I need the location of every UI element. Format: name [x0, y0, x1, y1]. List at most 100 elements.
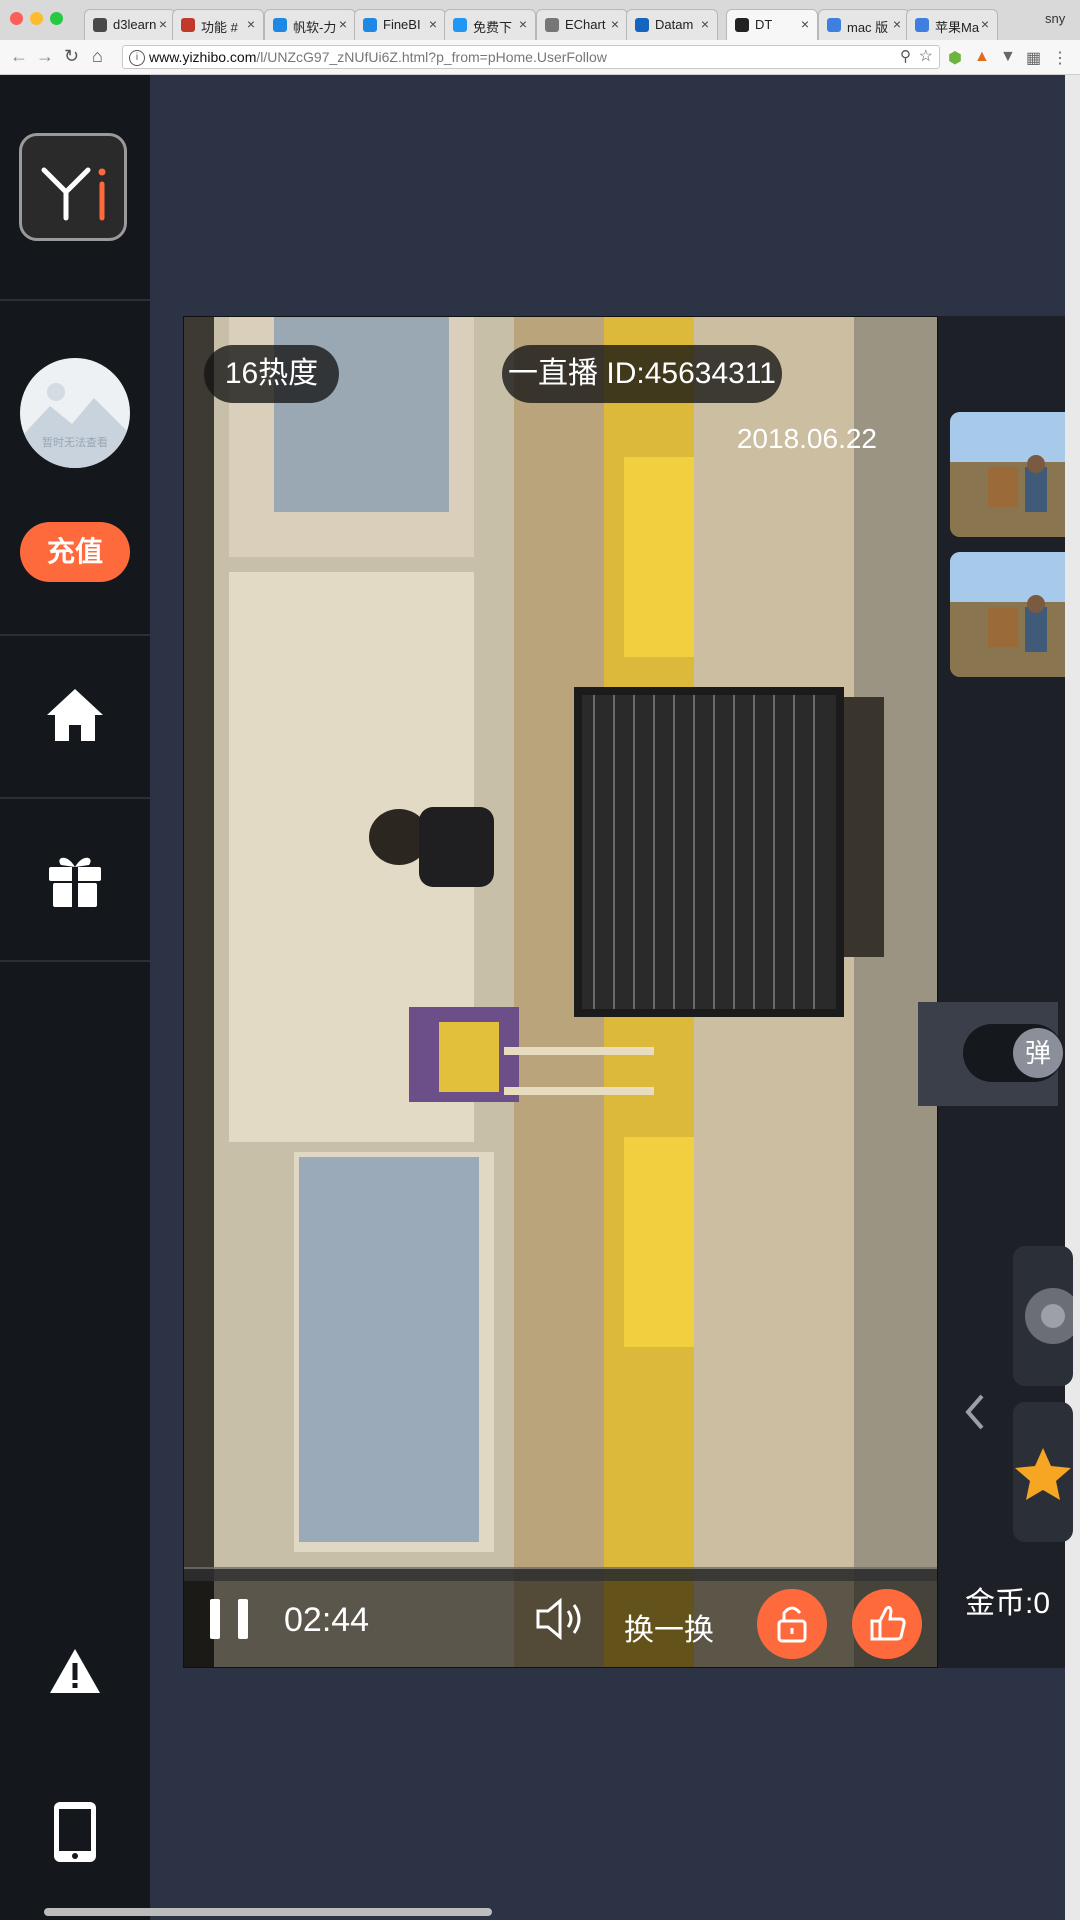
mountain-placeholder-icon	[20, 383, 130, 468]
favicon-icon	[635, 18, 649, 32]
browser-tab[interactable]: FineBI ×	[354, 9, 446, 40]
tab-label: 苹果Ma	[935, 20, 980, 35]
favicon-icon	[545, 18, 559, 32]
favicon-icon	[93, 18, 107, 32]
thumbs-up-icon	[870, 1605, 906, 1641]
favicon-icon	[735, 18, 749, 32]
tab-label: FineBI	[383, 17, 421, 32]
home-browser-icon[interactable]: ⌂	[92, 46, 103, 67]
avatar-caption: 暂时无法查看	[42, 437, 108, 449]
browser-tab[interactable]: mac 版 ×	[818, 9, 910, 40]
tab-label: d3learn	[113, 17, 157, 32]
stream-date: 2018.06.22	[736, 423, 877, 454]
coin-balance: 金币:0	[965, 1587, 1051, 1620]
tab-close-icon[interactable]: ×	[611, 16, 619, 32]
gift-item[interactable]	[1013, 1402, 1073, 1542]
tab-close-icon[interactable]: ×	[701, 16, 709, 32]
address-bar[interactable]: i www.yizhibo.com/l/UNZcG97_zNUfUi6Z.htm…	[122, 45, 940, 69]
zoom-icon[interactable]: ⚲	[900, 46, 911, 68]
browser-tab[interactable]: DT ×	[726, 9, 818, 40]
lock-button[interactable]	[757, 1589, 827, 1659]
favicon-icon	[273, 18, 287, 32]
heat-badge: 16热度	[204, 345, 339, 403]
back-icon[interactable]: ←	[10, 46, 28, 67]
recommended-thumbnail[interactable]	[950, 552, 1065, 677]
like-button[interactable]	[852, 1589, 922, 1659]
tab-label: EChart	[565, 17, 606, 32]
swap-button[interactable]: 换一换	[624, 1605, 714, 1649]
tab-label: mac 版	[847, 20, 889, 35]
tab-label: 功能 #	[201, 20, 238, 35]
tab-close-icon[interactable]: ×	[159, 16, 167, 32]
phone-icon[interactable]	[52, 1800, 98, 1864]
tab-close-icon[interactable]: ×	[801, 16, 809, 32]
video-player[interactable]: 16热度 一直播 ID:45634311 2018.06.22 02:44 换一…	[183, 316, 938, 1668]
favicon-icon	[181, 18, 195, 32]
horizontal-scrollbar[interactable]	[44, 1908, 492, 1916]
video-frame	[184, 317, 937, 1667]
player-controls: 02:44 换一换	[184, 1569, 937, 1667]
star-gift-icon	[1015, 1448, 1071, 1500]
browser-tab[interactable]: 功能 # ×	[172, 9, 264, 40]
gear-gift-icon	[1025, 1288, 1080, 1344]
extension-v-icon[interactable]: ▼	[1000, 48, 1016, 66]
warning-icon[interactable]	[48, 1645, 102, 1699]
volume-icon[interactable]	[534, 1597, 590, 1641]
gift-icon[interactable]	[43, 847, 107, 911]
menu-icon[interactable]: ⋮	[1052, 48, 1068, 68]
browser-toolbar: ← → ↻ ⌂ i www.yizhibo.com/l/UNZcG97_zNUf…	[0, 40, 1080, 75]
close-window-button[interactable]	[10, 12, 23, 25]
playback-time: 02:44	[284, 1601, 370, 1639]
extension-icon[interactable]: ⬢	[948, 48, 962, 68]
channel-id-badge: 一直播 ID:45634311	[502, 345, 782, 403]
url-host: www.yizhibo.com	[149, 49, 257, 65]
tab-label: 免费下	[473, 20, 513, 35]
left-nav: 暂时无法查看 充值	[0, 75, 150, 1920]
home-icon[interactable]	[43, 683, 107, 747]
tab-label: Datam	[655, 17, 694, 32]
info-icon[interactable]: i	[129, 50, 145, 66]
maximize-window-button[interactable]	[50, 12, 63, 25]
browser-tab[interactable]: EChart ×	[536, 9, 628, 40]
browser-tab[interactable]: 帆软-力 ×	[264, 9, 356, 40]
favicon-icon	[453, 18, 467, 32]
tab-close-icon[interactable]: ×	[429, 16, 437, 32]
minimize-window-button[interactable]	[30, 12, 43, 25]
favicon-icon	[363, 18, 377, 32]
danmu-section: 弹	[918, 1002, 1063, 1106]
extension-fox-icon[interactable]: ▲	[974, 48, 990, 66]
favicon-icon	[827, 18, 841, 32]
gift-item[interactable]	[1013, 1246, 1080, 1386]
tab-label: DT	[755, 17, 773, 32]
bookmark-star-icon[interactable]: ☆	[919, 46, 933, 68]
reload-icon[interactable]: ↻	[64, 46, 79, 67]
browser-tab[interactable]: 苹果Ma ×	[906, 9, 998, 40]
tab-close-icon[interactable]: ×	[519, 16, 527, 32]
profile-label[interactable]: sny	[1045, 11, 1065, 26]
divider	[0, 299, 150, 301]
extension-grid-icon[interactable]: ▦	[1026, 48, 1041, 68]
side-panel: 弹 金币:0	[918, 316, 1080, 1668]
tab-close-icon[interactable]: ×	[981, 16, 989, 32]
danmu-toggle[interactable]: 弹	[963, 1024, 1063, 1082]
divider	[0, 797, 150, 799]
forward-icon[interactable]: →	[36, 46, 54, 67]
divider	[0, 960, 150, 962]
unlock-icon	[777, 1606, 807, 1643]
browser-tab[interactable]: d3learn ×	[84, 9, 176, 40]
browser-tab[interactable]: Datam ×	[626, 9, 718, 40]
recommended-thumbnail[interactable]	[950, 412, 1065, 537]
thumbnail-image	[950, 552, 1065, 677]
right-scroll-area	[1065, 75, 1080, 1920]
avatar[interactable]: 暂时无法查看	[20, 358, 130, 468]
tab-close-icon[interactable]: ×	[247, 16, 255, 32]
tab-label: 帆软-力	[293, 20, 337, 35]
chevron-left-icon[interactable]	[962, 1392, 986, 1432]
tab-close-icon[interactable]: ×	[339, 16, 347, 32]
browser-tab[interactable]: 免费下 ×	[444, 9, 536, 40]
pause-icon[interactable]	[208, 1597, 250, 1641]
tab-close-icon[interactable]: ×	[893, 16, 901, 32]
logo-icon[interactable]	[19, 133, 127, 241]
favicon-icon	[915, 18, 929, 32]
recharge-button[interactable]: 充值	[20, 522, 130, 582]
